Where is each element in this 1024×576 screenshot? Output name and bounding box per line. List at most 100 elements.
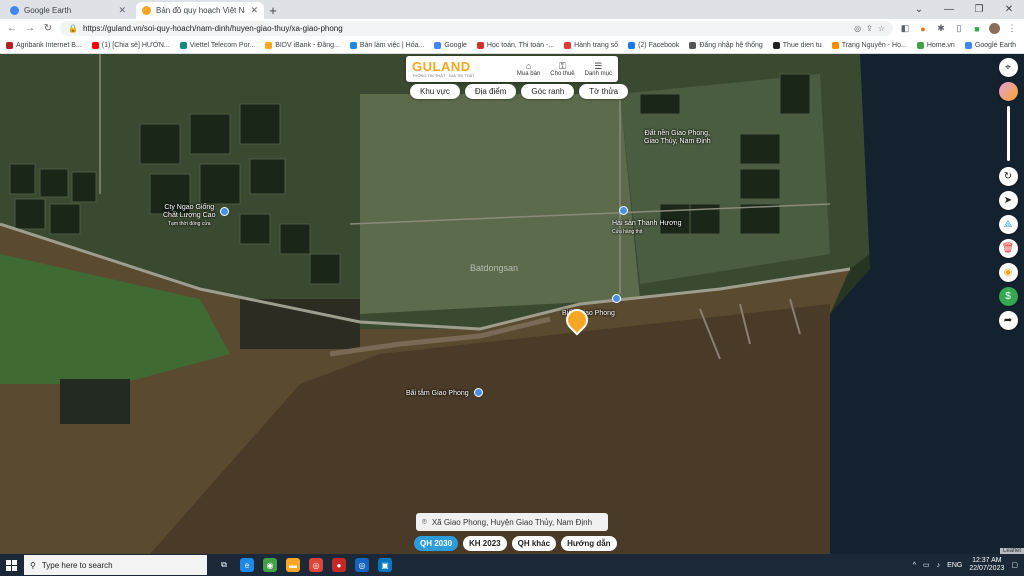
network-icon[interactable]: ▭ [923,561,930,569]
bookmark-item[interactable]: Đăng nhập hệ thống [689,42,763,49]
map-label-line: Hải sản Thanh Hương [612,220,682,227]
share-icon[interactable]: ⇪ [866,24,873,33]
menu-cho-thue[interactable]: ⚿ Cho thuê [550,61,574,77]
extension-orange-icon[interactable]: ● [917,24,929,34]
url-text[interactable]: https://guland.vn/soi-quy-hoach/nam-dinh… [83,24,849,33]
bookmark-item[interactable]: Google [434,42,467,49]
bookmark-favicon-icon [265,42,273,49]
chevron-down-icon[interactable]: ⌄ [904,4,934,15]
menu-danh-muc[interactable]: ☰ Danh mục [585,61,612,77]
map-pin-icon[interactable] [220,207,229,216]
language-indicator[interactable]: ENG [947,562,962,569]
bookmark-item[interactable]: Thue dien tu [772,42,822,49]
map-label-hai-san[interactable]: Hải sản Thanh Hương Cửa hàng thịt [612,220,681,236]
back-icon[interactable]: ← [6,23,18,34]
filter-goc-ranh[interactable]: Góc ranh [521,84,575,99]
opacity-slider[interactable] [1006,106,1010,161]
map-pin-icon[interactable] [619,206,628,215]
map-view[interactable]: Batdongsan Đất nền Giao Phong, Giao Thủy… [0,54,1024,554]
bookmark-item[interactable]: Học toán, Thi toán -... [476,42,554,49]
new-tab-button[interactable]: + [264,2,282,19]
forward-icon[interactable]: → [24,23,36,34]
lock-icon[interactable]: 🔒 [68,24,78,33]
minimize-icon[interactable]: — [934,4,964,15]
close-tab-icon[interactable]: ✕ [118,5,126,16]
app-green-icon[interactable]: ◉ [263,558,277,572]
bookmark-item[interactable]: (2) Facebook [628,42,679,49]
profile-avatar[interactable] [989,23,1000,34]
navigate-icon[interactable]: ➤ [998,191,1018,210]
close-window-icon[interactable]: ✕ [994,4,1024,15]
tab-qh-khac[interactable]: QH khác [511,536,557,551]
locate-icon[interactable]: ⌖ [998,58,1018,77]
guland-logo[interactable]: GULAND THÔNG TIN THẬT · GIÁ TRỊ THẬT [412,60,475,78]
windows-start-icon[interactable] [0,554,22,576]
reload-icon[interactable]: ↻ [42,23,54,34]
map-pin-icon[interactable] [474,388,483,397]
refresh-icon[interactable]: ↻ [998,167,1018,186]
bookmark-item[interactable]: Bàn làm việc | Hóa... [349,42,424,49]
taskbar-search[interactable]: ⚲ Type here to search [24,555,207,575]
restore-icon[interactable]: ❐ [964,4,994,15]
price-icon[interactable]: $ [998,287,1018,306]
bookmark-label: Google Earth [974,42,1017,49]
clock[interactable]: 12:37 AM 22/07/2023 [969,557,1004,573]
bookmark-star-icon[interactable]: ☆ [878,24,885,33]
bookmark-item[interactable]: Agribank Internet B... [6,42,82,49]
menu-icon: ☰ [594,61,603,71]
puzzle-icon[interactable]: ✱ [935,23,947,34]
bookmark-item[interactable]: Viettel Telecom Por... [179,42,255,49]
file-explorer-icon[interactable]: ▬ [286,558,300,572]
measure-icon[interactable]: ⟁ [998,215,1018,234]
tab-guland[interactable]: Bản đồ quy hoạch Việt Nam, tra... ✕ [136,2,264,19]
bookmark-favicon-icon [179,42,187,49]
kebab-menu-icon[interactable]: ⋮ [1006,23,1018,34]
address-bar[interactable]: 🔒 https://guland.vn/soi-quy-hoach/nam-di… [60,21,893,36]
map-marker-icon: ⌾ [422,517,427,526]
delete-icon[interactable]: 🗑 [998,239,1018,258]
share-map-icon[interactable]: ➦ [998,311,1018,330]
close-tab-icon[interactable]: ✕ [250,5,258,16]
map-pin-icon[interactable] [612,294,621,303]
app-window-icon[interactable]: ▣ [378,558,392,572]
notification-icon[interactable]: ▢ [1011,561,1018,569]
bookmark-item[interactable]: Google Earth [964,42,1017,49]
extension-icon[interactable]: ◧ [899,23,911,34]
chrome-icon[interactable]: ◎ [309,558,323,572]
location-search-bar[interactable]: ⌾ Xã Giao Phong, Huyện Giao Thủy, Nam Đị… [416,513,608,531]
tab-google-earth[interactable]: Google Earth ✕ [4,2,132,19]
filter-dia-diem[interactable]: Địa điểm [464,84,517,99]
extension-green-icon[interactable]: ■ [971,24,983,34]
palette-icon[interactable]: ◉ [998,263,1018,282]
menu-mua-ban[interactable]: ⌂ Mua bán [517,61,540,77]
bookmark-item[interactable]: Hành trang số [564,42,618,49]
app-blue-icon[interactable]: ◎ [355,558,369,572]
filter-khu-vuc[interactable]: Khu vực [410,84,460,99]
tab-qh-2030[interactable]: QH 2030 [414,536,459,551]
map-label-bai-tam[interactable]: Bãi tắm Giao Phong [406,390,469,398]
filter-to-thua[interactable]: Tờ thửa [579,84,629,99]
bookmark-item[interactable]: Trạng Nguyên - Họ... [831,42,907,49]
google-lens-icon[interactable]: ◎ [854,24,861,33]
browser-tab-strip: Google Earth ✕ Bản đồ quy hoạch Việt Nam… [0,0,1024,19]
browser-toolbar: ← → ↻ 🔒 https://guland.vn/soi-quy-hoach/… [0,19,1024,38]
volume-icon[interactable]: ♪ [937,562,941,569]
layer-opacity-icon[interactable] [998,82,1018,101]
bookmark-label: (2) Facebook [638,42,680,49]
side-panel-icon[interactable]: ▯ [953,23,965,34]
bookmark-label: Google [444,42,467,49]
edge-icon[interactable]: e [240,558,254,572]
bookmark-favicon-icon [772,42,780,49]
bookmark-item[interactable]: (1) [Chia sẻ] HƯỚN... [91,42,170,49]
task-view-icon[interactable]: ⧉ [217,558,231,572]
bookmark-item[interactable]: BIDV iBank - Đăng... [265,42,340,49]
bookmark-item[interactable]: Home.vn [916,42,955,49]
app-red-icon[interactable]: ● [332,558,346,572]
map-label-dat-nen[interactable]: Đất nền Giao Phong, Giao Thủy, Nam Định [644,130,711,146]
tab-kh-2023[interactable]: KH 2023 [463,536,507,551]
map-label-cty-ngao[interactable]: Cty Ngao Giống Chất Lượng Cao Tạm thời đ… [163,204,215,228]
map-label-line: Cty Ngao Giống [164,204,215,211]
tab-title: Bản đồ quy hoạch Việt Nam, tra... [156,6,245,15]
chevron-up-icon[interactable]: ^ [913,562,916,569]
tab-huong-dan[interactable]: Hướng dẫn [561,536,617,551]
